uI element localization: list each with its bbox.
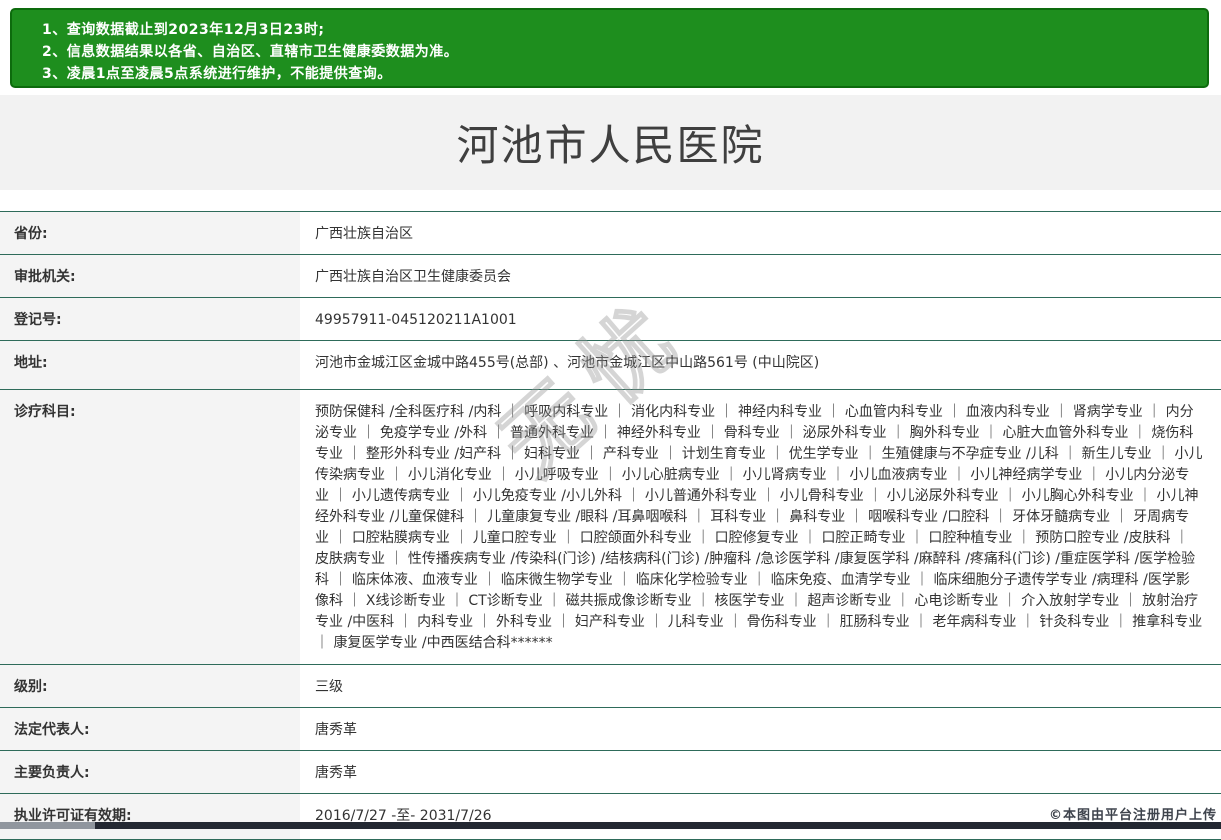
- notice-line-1: 1、查询数据截止到2023年12月3日23时;: [42, 22, 325, 38]
- page-title: 河池市人民医院: [456, 121, 765, 170]
- row-address-label: 地址:: [0, 341, 300, 389]
- row-approval-authority-value: 广西壮族自治区卫生健康委员会: [300, 255, 1221, 297]
- hospital-info-table: 省份: 广西壮族自治区 审批机关: 广西壮族自治区卫生健康委员会 登记号: 49…: [0, 211, 1221, 840]
- row-principal: 主要负责人: 唐秀革: [0, 751, 1221, 794]
- horizontal-scrollbar[interactable]: [0, 822, 1221, 829]
- scrollbar-thumb[interactable]: [0, 822, 95, 829]
- row-legal-representative-value: 唐秀革: [300, 708, 1221, 750]
- upload-credit-watermark: ©本图由平台注册用户上传: [1048, 808, 1217, 823]
- row-approval-authority: 审批机关: 广西壮族自治区卫生健康委员会: [0, 255, 1221, 298]
- title-band: 河池市人民医院: [0, 95, 1221, 190]
- row-license-validity: 执业许可证有效期: 2016/7/27 -至- 2031/7/26: [0, 794, 1221, 840]
- row-level-label: 级别:: [0, 665, 300, 707]
- row-clinical-departments: 诊疗科目: 预防保健科 /全科医疗科 /内科 ｜ 呼吸内科专业 ｜ 消化内科专业…: [0, 390, 1221, 665]
- row-approval-authority-label: 审批机关:: [0, 255, 300, 297]
- row-registration-number-value: 49957911-045120211A1001: [300, 298, 1221, 340]
- notice-box: 1、查询数据截止到2023年12月3日23时; 2、信息数据结果以各省、自治区、…: [10, 8, 1209, 88]
- row-principal-value: 唐秀革: [300, 751, 1221, 793]
- row-address-value: 河池市金城江区金城中路455号(总部) 、河池市金城江区中山路561号 (中山院…: [300, 341, 1221, 389]
- notice-line-2: 2、信息数据结果以各省、自治区、直辖市卫生健康委数据为准。: [42, 44, 459, 60]
- row-clinical-departments-value: 预防保健科 /全科医疗科 /内科 ｜ 呼吸内科专业 ｜ 消化内科专业 ｜ 神经内…: [300, 390, 1221, 664]
- row-principal-label: 主要负责人:: [0, 751, 300, 793]
- notice-line-3: 3、凌晨1点至凌晨5点系统进行维护，不能提供查询。: [42, 66, 392, 82]
- row-registration-number-label: 登记号:: [0, 298, 300, 340]
- row-registration-number: 登记号: 49957911-045120211A1001: [0, 298, 1221, 341]
- row-address: 地址: 河池市金城江区金城中路455号(总部) 、河池市金城江区中山路561号 …: [0, 341, 1221, 390]
- row-province-value: 广西壮族自治区: [300, 212, 1221, 254]
- row-province: 省份: 广西壮族自治区: [0, 212, 1221, 255]
- row-level: 级别: 三级: [0, 665, 1221, 708]
- row-legal-representative-label: 法定代表人:: [0, 708, 300, 750]
- row-clinical-departments-label: 诊疗科目:: [0, 390, 300, 664]
- row-level-value: 三级: [300, 665, 1221, 707]
- row-province-label: 省份:: [0, 212, 300, 254]
- row-legal-representative: 法定代表人: 唐秀革: [0, 708, 1221, 751]
- row-license-validity-label: 执业许可证有效期:: [0, 794, 300, 839]
